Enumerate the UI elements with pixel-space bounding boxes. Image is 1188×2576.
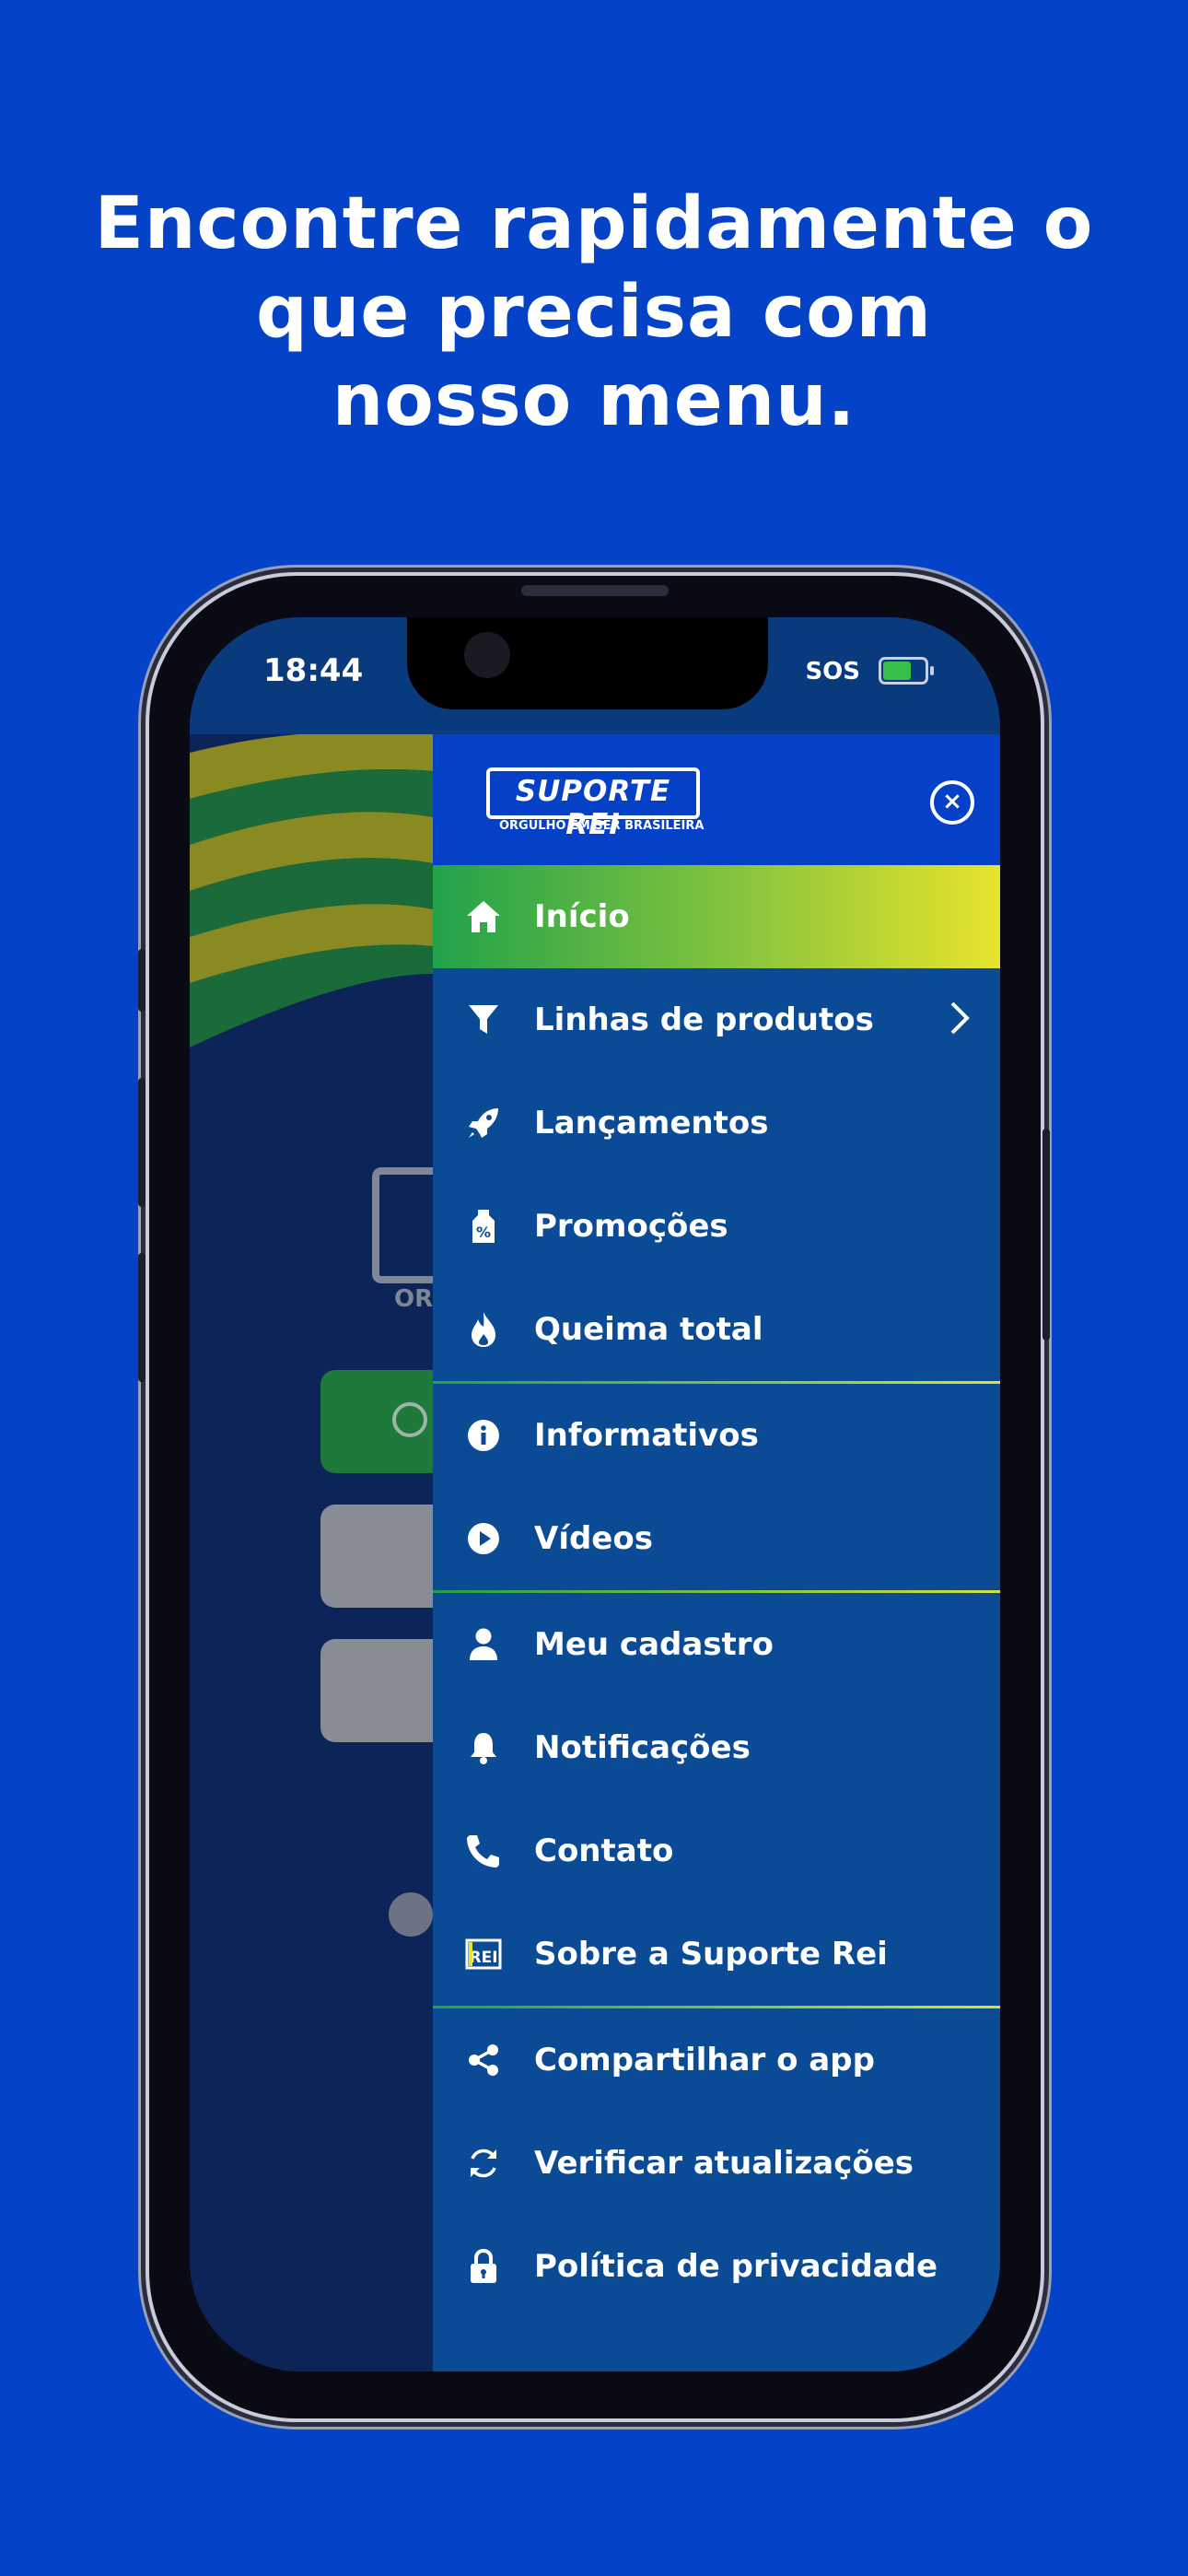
bell-icon (460, 1730, 507, 1765)
menu-item-queima-total[interactable]: Queima total (433, 1278, 1000, 1381)
phone-screen: 18:44 SOS OR SUPORTE REI ORGULHO EM SER … (190, 617, 1000, 2371)
share-icon (460, 2043, 507, 2078)
lock-icon (460, 2248, 507, 2285)
drawer-header: SUPORTE REI ORGULHO EM SER BRASILEIRA × (433, 734, 1000, 865)
price-tag-icon: % (460, 1208, 507, 1245)
menu-item-sobre-a-suporte-rei[interactable]: REI Sobre a Suporte Rei (433, 1903, 1000, 2006)
sos-indicator: SOS (805, 658, 860, 685)
navigation-drawer: SUPORTE REI ORGULHO EM SER BRASILEIRA × … (433, 734, 1000, 2371)
headline-line-1: Encontre rapidamente o (94, 182, 1094, 265)
home-icon (460, 899, 507, 934)
headline-line-2: que precisa com (256, 271, 932, 354)
rei-logo-icon: REI (460, 1938, 507, 1970)
menu-item-contato[interactable]: Contato (433, 1799, 1000, 1903)
status-bar: 18:44 SOS (190, 617, 1000, 734)
menu-item-label: Notificações (534, 1729, 751, 1766)
menu-item-label: Vídeos (534, 1520, 653, 1557)
marketing-headline: Encontre rapidamente o que precisa com n… (0, 180, 1188, 445)
menu-item-label: Contato (534, 1832, 674, 1869)
background-logo-text: OR (394, 1285, 434, 1313)
camera-icon (464, 632, 510, 678)
menu-item-videos[interactable]: Vídeos (433, 1487, 1000, 1590)
menu-item-label: Linhas de produtos (534, 1001, 874, 1038)
play-icon (460, 1521, 507, 1556)
decorative-stripes (190, 734, 433, 1066)
phone-volume-down-button (138, 1253, 146, 1382)
refresh-icon (460, 2145, 507, 2182)
brand-tagline: ORGULHO EM SER BRASILEIRA (499, 819, 705, 833)
fire-icon (460, 1310, 507, 1349)
background-app-screen: OR (190, 734, 453, 2371)
menu-item-politica-de-privacidade[interactable]: Política de privacidade (433, 2215, 1000, 2318)
phone-speaker (521, 585, 669, 596)
dynamic-island (407, 617, 768, 709)
background-search-button (320, 1370, 449, 1473)
menu-item-label: Promoções (534, 1208, 728, 1245)
background-button (320, 1639, 449, 1742)
menu-item-label: Compartilhar o app (534, 2042, 875, 2078)
menu-item-verificar-atualizacoes[interactable]: Verificar atualizações (433, 2112, 1000, 2215)
globe-icon (389, 1892, 433, 1937)
menu-item-promocoes[interactable]: % Promoções (433, 1175, 1000, 1278)
menu-item-label: Queima total (534, 1311, 763, 1348)
info-icon (460, 1418, 507, 1453)
chevron-right-icon (949, 1000, 971, 1045)
rocket-icon (460, 1105, 507, 1142)
menu-item-label: Política de privacidade (534, 2248, 938, 2285)
menu-item-linhas-de-produtos[interactable]: Linhas de produtos (433, 968, 1000, 1071)
menu-item-lancamentos[interactable]: Lançamentos (433, 1071, 1000, 1175)
menu-item-label: Sobre a Suporte Rei (534, 1936, 888, 1973)
phone-volume-up-button (138, 1078, 146, 1207)
phone-power-button (1042, 1129, 1050, 1341)
menu-item-meu-cadastro[interactable]: Meu cadastro (433, 1593, 1000, 1696)
close-menu-button[interactable]: × (930, 780, 974, 825)
menu-item-label: Informativos (534, 1417, 759, 1454)
svg-text:%: % (476, 1224, 491, 1241)
menu-item-notificacoes[interactable]: Notificações (433, 1696, 1000, 1799)
background-button (320, 1505, 449, 1608)
menu-item-informativos[interactable]: Informativos (433, 1384, 1000, 1487)
search-icon (392, 1402, 427, 1437)
filter-icon (460, 1002, 507, 1037)
menu-list: Início Linhas de produtos Lançamentos % … (433, 865, 1000, 2318)
headline-line-3: nosso menu. (332, 359, 856, 442)
menu-item-inicio[interactable]: Início (433, 865, 1000, 968)
user-icon (460, 1627, 507, 1662)
menu-item-compartilhar-o-app[interactable]: Compartilhar o app (433, 2008, 1000, 2112)
phone-mute-switch (138, 949, 146, 1012)
status-time: 18:44 (263, 652, 364, 689)
menu-item-label: Verificar atualizações (534, 2145, 914, 2182)
phone-icon (460, 1832, 507, 1869)
battery-icon (879, 657, 934, 685)
menu-item-label: Início (534, 898, 630, 935)
svg-text:REI: REI (469, 1949, 497, 1967)
menu-item-label: Meu cadastro (534, 1626, 774, 1663)
menu-item-label: Lançamentos (534, 1105, 769, 1142)
brand-logo: SUPORTE REI (486, 767, 700, 841)
